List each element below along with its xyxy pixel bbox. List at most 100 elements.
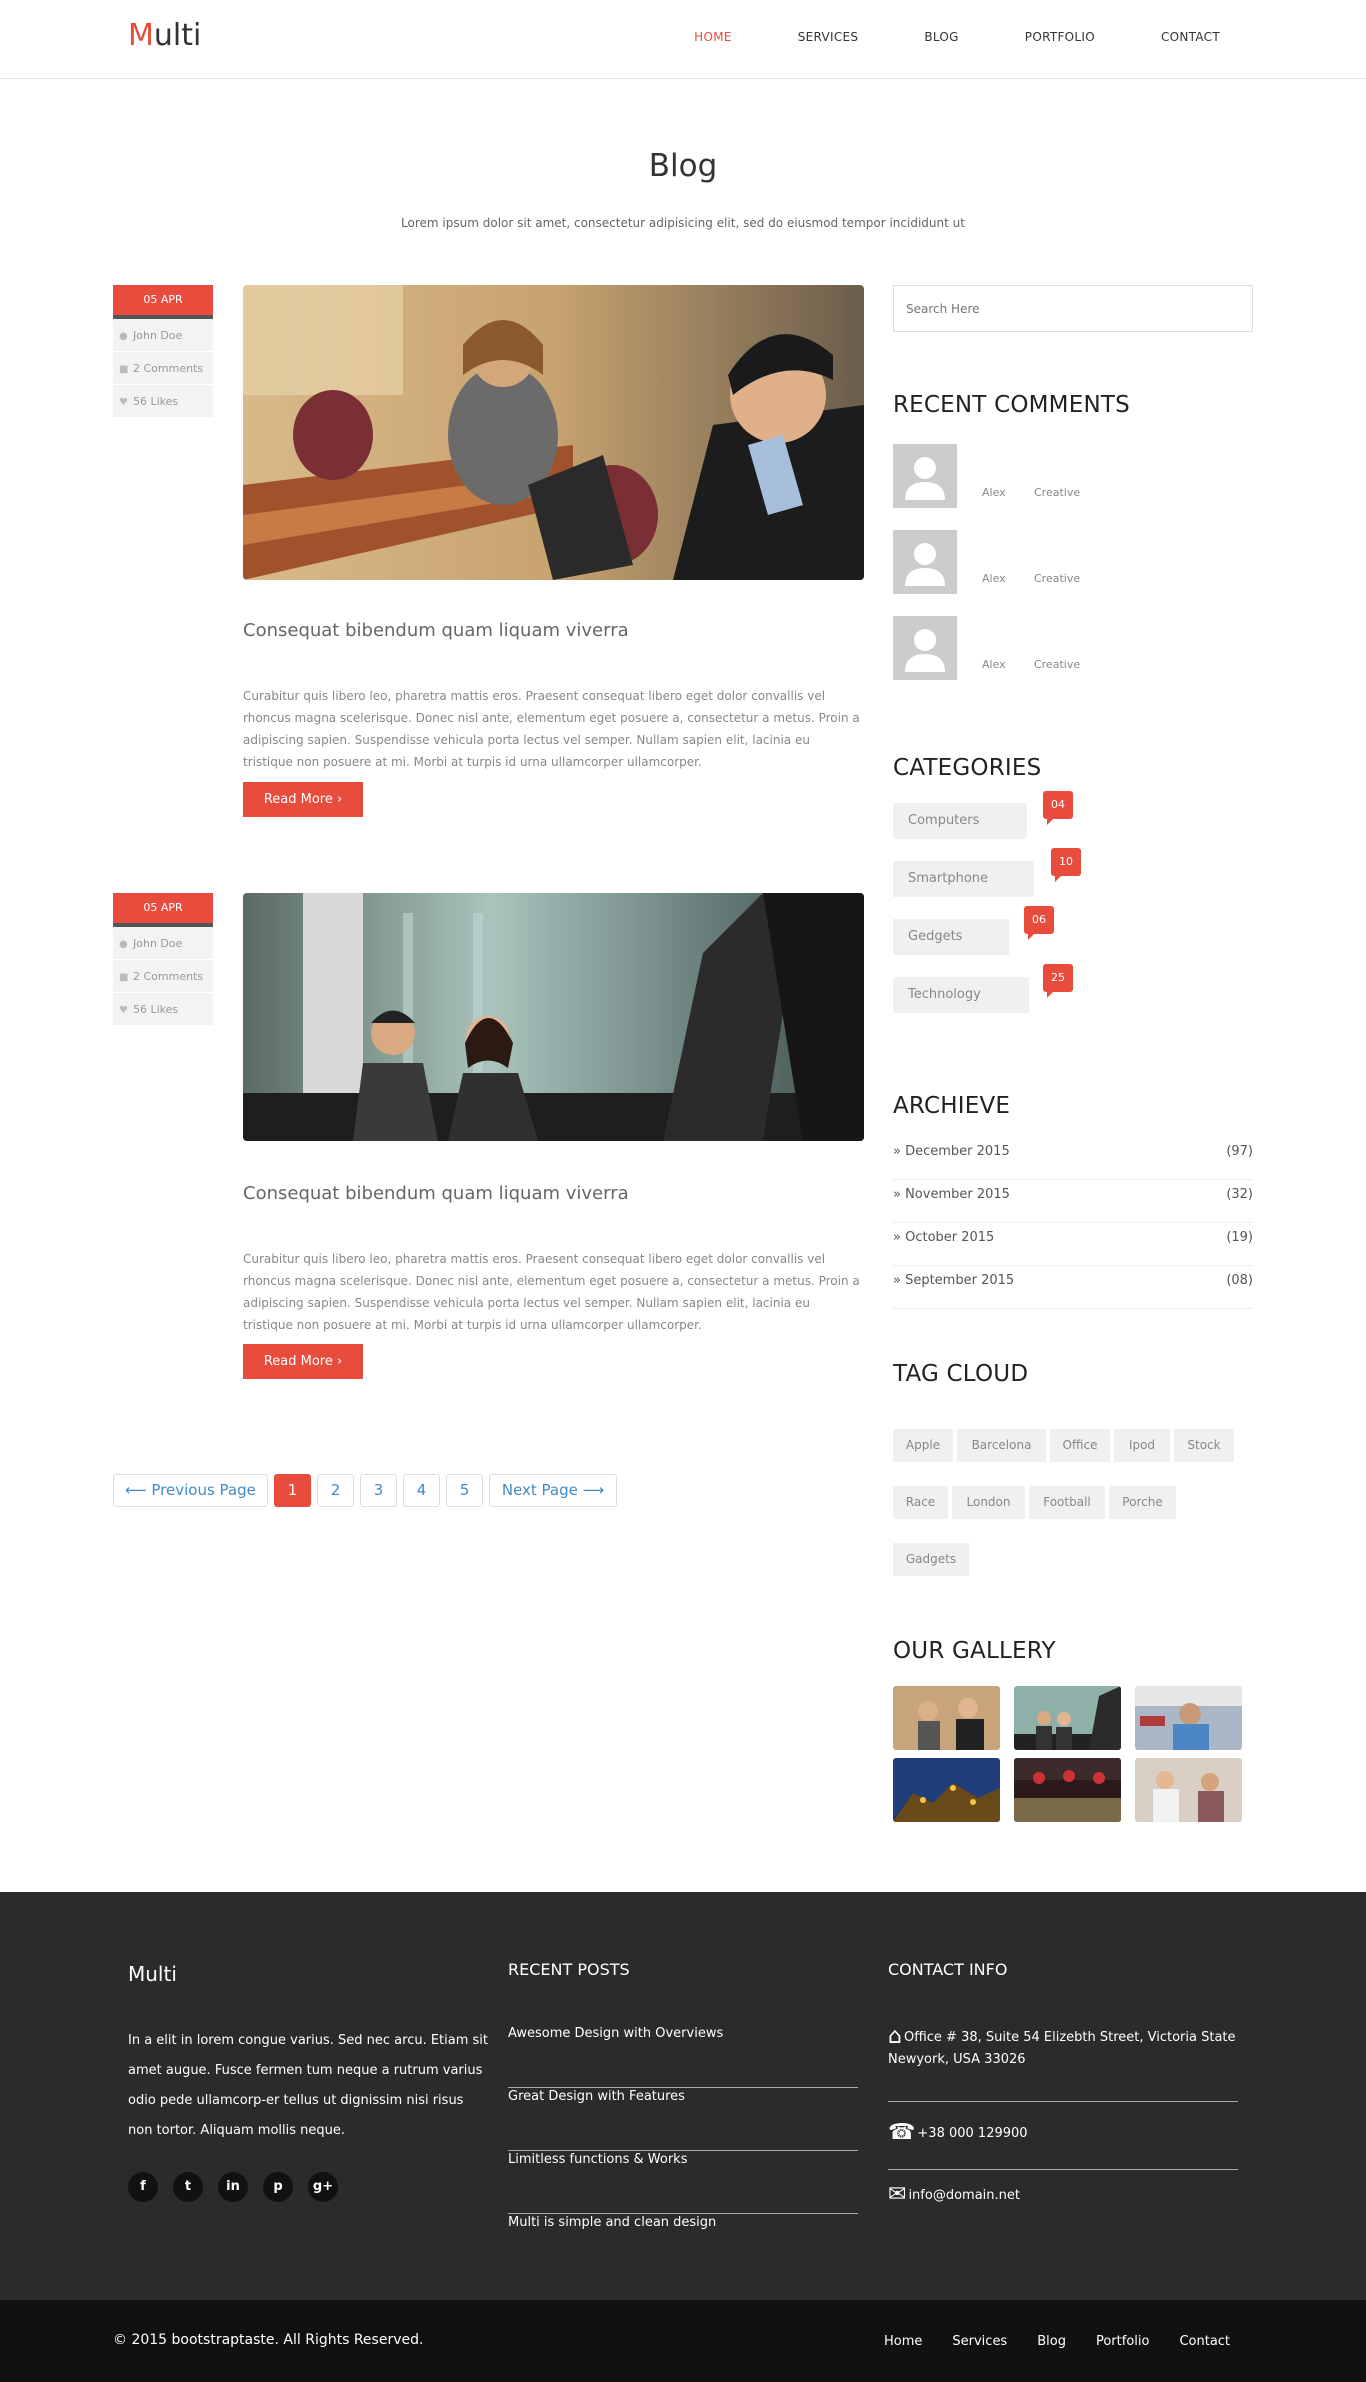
comment-author: Alex	[982, 658, 1006, 671]
archive-item[interactable]: » September 2015 (08)	[893, 1266, 1253, 1309]
archive-item[interactable]: » October 2015 (19)	[893, 1223, 1253, 1266]
gallery-thumbnail[interactable]	[1014, 1758, 1121, 1822]
search-input[interactable]	[894, 286, 1252, 331]
facebook-icon[interactable]: f	[128, 2172, 158, 2202]
footer-post-link[interactable]: Multi is simple and clean design	[508, 2214, 858, 2277]
category-smartphone[interactable]: Smartphone	[893, 861, 1034, 897]
post-date: 05 APR	[113, 893, 213, 927]
logo-first-letter: M	[128, 18, 154, 53]
post-likes-label: 56 Likes	[133, 395, 179, 408]
post-title[interactable]: Consequat bibendum quam liquam viverra	[243, 620, 629, 641]
tag-barcelona[interactable]: Barcelona	[957, 1429, 1046, 1462]
recent-comments-heading: RECENT COMMENTS	[893, 392, 1130, 418]
post-comments-label: 2 Comments	[133, 362, 204, 375]
post-author[interactable]: ● John Doe	[113, 319, 213, 352]
contact-address-text: Office # 38, Suite 54 Elizebth Street, V…	[888, 2030, 1236, 2067]
footer-nav-home[interactable]: Home	[884, 2334, 922, 2349]
next-page-button[interactable]: Next Page ⟶	[489, 1474, 617, 1507]
category-computers[interactable]: Computers	[893, 803, 1027, 839]
read-more-button[interactable]: Read More ›	[243, 1344, 363, 1379]
post-excerpt: Curabitur quis libero leo, pharetra matt…	[243, 1252, 860, 1332]
tag-football[interactable]: Football	[1029, 1486, 1105, 1519]
contact-email-text: info@domain.net	[908, 2188, 1020, 2203]
footer-post-link[interactable]: Awesome Design with Overviews	[508, 2025, 858, 2088]
search-box	[893, 285, 1253, 332]
heart-icon: ♥	[119, 397, 128, 408]
twitter-icon[interactable]: t	[173, 2172, 203, 2202]
comment-item[interactable]: Alex Creative	[893, 530, 1253, 594]
post-likes[interactable]: ♥ 56 Likes	[113, 385, 213, 418]
post-likes[interactable]: ♥ 56 Likes	[113, 993, 213, 1026]
comment-item[interactable]: Alex Creative	[893, 444, 1253, 508]
gallery-thumbnail[interactable]	[1135, 1758, 1242, 1822]
post-author[interactable]: ● John Doe	[113, 927, 213, 960]
nav-blog[interactable]: BLOG	[924, 30, 958, 44]
post-image[interactable]	[243, 893, 864, 1141]
copyright-bar: © 2015 bootstraptaste. All Rights Reserv…	[0, 2300, 1366, 2382]
post-meta: 05 APR ● John Doe ■ 2 Comments ♥ 56 Likes	[113, 893, 213, 1026]
comment-item[interactable]: Alex Creative	[893, 616, 1253, 680]
nav-portfolio[interactable]: PORTFOLIO	[1025, 30, 1095, 44]
tag-apple[interactable]: Apple	[893, 1429, 953, 1462]
tag-stock[interactable]: Stock	[1174, 1429, 1234, 1462]
post-meta: 05 APR ● John Doe ■ 2 Comments ♥ 56 Likes	[113, 285, 213, 418]
footer-post-link[interactable]: Limitless functions & Works	[508, 2151, 858, 2214]
page-1-button[interactable]: 1	[274, 1474, 311, 1507]
footer-nav-contact[interactable]: Contact	[1179, 2334, 1230, 2349]
page-2-button[interactable]: 2	[317, 1474, 354, 1507]
category-technology[interactable]: Technology	[893, 977, 1029, 1013]
tag-ipod[interactable]: Ipod	[1114, 1429, 1170, 1462]
navbar: Multi HOME SERVICES BLOG PORTFOLIO CONTA…	[0, 0, 1366, 79]
linkedin-icon[interactable]: in	[218, 2172, 248, 2202]
post-author-label: John Doe	[133, 329, 183, 342]
archive-count: (97)	[1226, 1144, 1253, 1159]
nav-home[interactable]: HOME	[694, 30, 732, 44]
tag-porche[interactable]: Porche	[1109, 1486, 1176, 1519]
archive-heading: ARCHIEVE	[893, 1093, 1011, 1119]
gallery-thumbnail[interactable]	[893, 1758, 1000, 1822]
pinterest-icon[interactable]: p	[263, 2172, 293, 2202]
tag-office[interactable]: Office	[1050, 1429, 1110, 1462]
previous-page-button[interactable]: ⟵ Previous Page	[113, 1474, 268, 1507]
post-comments[interactable]: ■ 2 Comments	[113, 352, 213, 385]
footer-post-link[interactable]: Great Design with Features	[508, 2088, 858, 2151]
site-logo[interactable]: Multi	[128, 18, 201, 53]
google-plus-icon[interactable]: g+	[308, 2172, 338, 2202]
footer-nav-services[interactable]: Services	[952, 2334, 1007, 2349]
gallery-thumbnail[interactable]	[1135, 1686, 1242, 1750]
category-count-badge: 10	[1051, 848, 1081, 882]
archive-item[interactable]: » November 2015 (32)	[893, 1180, 1253, 1223]
gallery-thumbnail[interactable]	[1014, 1686, 1121, 1750]
tag-cloud-heading: TAG CLOUD	[893, 1361, 1029, 1387]
post-image[interactable]	[243, 285, 864, 580]
envelope-icon: ✉	[888, 2182, 907, 2207]
archive-item[interactable]: » December 2015 (97)	[893, 1137, 1253, 1180]
archive-label: » December 2015	[893, 1144, 1010, 1159]
nav-services[interactable]: SERVICES	[798, 30, 859, 44]
avatar	[893, 530, 957, 594]
comment-author: Alex	[982, 572, 1006, 585]
post-title[interactable]: Consequat bibendum quam liquam viverra	[243, 1183, 629, 1204]
contact-phone: ☎ +38 000 129900	[888, 2114, 1238, 2170]
contact-email[interactable]: ✉ info@domain.net	[888, 2184, 1238, 2224]
page-3-button[interactable]: 3	[360, 1474, 397, 1507]
footer-nav-portfolio[interactable]: Portfolio	[1096, 2334, 1149, 2349]
read-more-button[interactable]: Read More ›	[243, 782, 363, 817]
user-icon: ●	[119, 939, 128, 950]
footer-nav-blog[interactable]: Blog	[1037, 2334, 1066, 2349]
tag-gadgets[interactable]: Gadgets	[893, 1543, 969, 1576]
recent-posts-heading: RECENT POSTS	[508, 1960, 630, 1979]
avatar	[893, 444, 957, 508]
pagination: ⟵ Previous Page 1 2 3 4 5 Next Page ⟶	[113, 1474, 623, 1507]
post-comments[interactable]: ■ 2 Comments	[113, 960, 213, 993]
category-gedgets[interactable]: Gedgets	[893, 919, 1009, 955]
page-5-button[interactable]: 5	[446, 1474, 483, 1507]
avatar	[893, 616, 957, 680]
gallery-thumbnail[interactable]	[893, 1686, 1000, 1750]
tag-london[interactable]: London	[952, 1486, 1025, 1519]
category-count-badge: 04	[1043, 791, 1073, 825]
page-4-button[interactable]: 4	[403, 1474, 440, 1507]
nav-contact[interactable]: CONTACT	[1161, 30, 1220, 44]
tag-race[interactable]: Race	[893, 1486, 948, 1519]
logo-rest: ulti	[153, 18, 202, 53]
